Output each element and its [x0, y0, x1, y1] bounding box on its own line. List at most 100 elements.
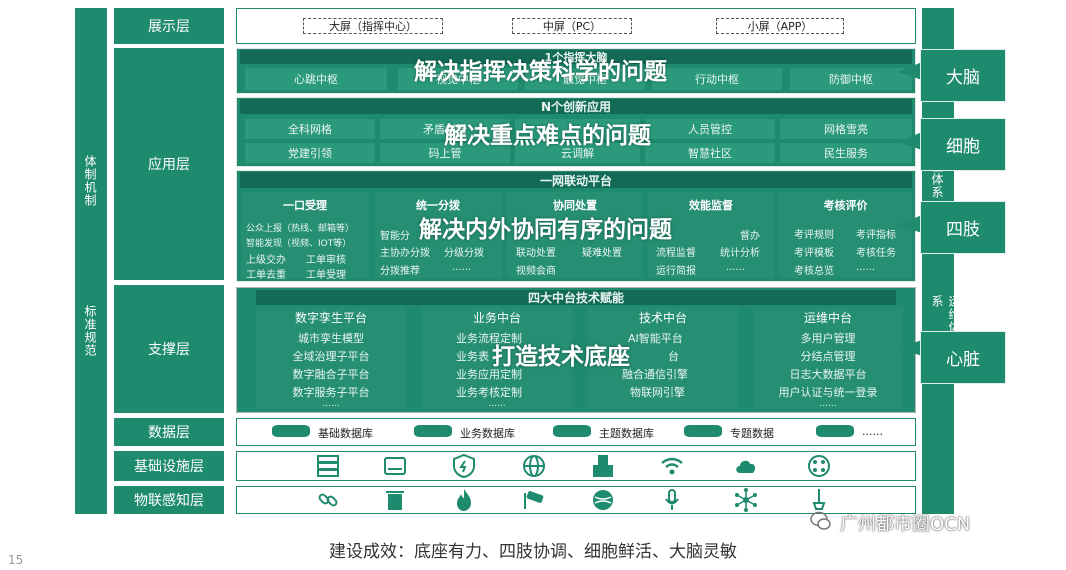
platform-col-item: 工单去重	[246, 270, 286, 281]
cloud-icon	[733, 453, 759, 479]
overlay-brain: 解决指挥决策科学的问题	[414, 59, 667, 85]
left-bar-top-label: 体制机制	[83, 155, 97, 207]
network-icon	[733, 487, 759, 513]
platform-col-item: 分级分拨	[444, 248, 484, 259]
storage-icon	[382, 453, 408, 479]
callout-brain: 大脑	[920, 49, 1006, 102]
display-box-pc: 中屏（PC）	[512, 18, 632, 34]
footer-caption: 建设成效：底座有力、四肢协调、细胞鲜活、大脑灵敏	[329, 542, 737, 562]
support-col-item: 台	[668, 350, 679, 363]
support-col-item: ......	[488, 399, 506, 409]
app-platform-strip: 一网联动平台	[240, 172, 912, 188]
datacenter-icon	[590, 453, 616, 479]
data-label: 业务数据库	[460, 427, 515, 440]
database-icon	[414, 425, 452, 437]
support-col-title: 数字孪生平台	[294, 311, 367, 325]
left-bar	[75, 8, 107, 514]
support-col-title: 技术中台	[638, 311, 687, 325]
trash-icon	[382, 487, 408, 513]
platform-col-item: 考评规则	[794, 230, 834, 241]
support-col-item: 日志大数据平台	[789, 368, 867, 381]
platform-col-item: 分拨推荐	[380, 266, 420, 277]
link-icon	[315, 487, 341, 513]
server-icon	[315, 453, 341, 479]
sphere-icon	[590, 487, 616, 513]
platform-col-item: 运行简报	[656, 266, 696, 277]
data-label: ......	[862, 425, 883, 438]
globe-icon	[521, 453, 547, 479]
platform-col-item: 智能发现（视频、IOT等）	[246, 239, 352, 249]
display-box-big: 大屏（指挥中心）	[303, 18, 443, 34]
support-col-item: 业务表	[456, 350, 489, 363]
platform-col-item: 联动处置	[516, 248, 556, 259]
innovation-cell: 党建引领	[245, 143, 375, 163]
platform-col-item: 督办	[740, 231, 760, 242]
platform-col-item: 疑难处置	[582, 248, 622, 259]
layer-iot: 物联感知层	[114, 486, 224, 514]
database-icon	[272, 425, 310, 437]
platform-col-item: 流程监督	[656, 248, 696, 259]
support-col-item: AI智能平台	[628, 332, 683, 345]
data-label: 基础数据库	[318, 427, 373, 440]
callout-limbs: 四肢	[920, 201, 1006, 254]
layer-display: 展示层	[114, 8, 224, 44]
layer-data: 数据层	[114, 418, 224, 446]
layer-infrastructure: 基础设施层	[114, 451, 224, 481]
innovation-cell: 智慧社区	[645, 143, 775, 163]
microphone-icon	[659, 487, 685, 513]
overlay-platform: 解决内外协同有序的问题	[419, 217, 672, 243]
support-col-item: 用户认证与统一登录	[778, 386, 878, 399]
database-icon	[684, 425, 722, 437]
brain-cell: 心跳中枢	[245, 68, 387, 90]
platform-col-item: 统计分析	[720, 248, 760, 259]
app-cells-strip: N个创新应用	[240, 99, 912, 114]
support-col-item: 数字服务子平台	[292, 386, 370, 399]
left-bar-bottom-label: 标准规范	[83, 305, 97, 357]
fire-icon	[451, 487, 477, 513]
platform-col-item: 考评模板	[794, 248, 834, 259]
platform-col-title: 一口受理	[283, 199, 327, 212]
support-col-item: 分结点管理	[800, 350, 856, 363]
data-label: 专题数据	[730, 427, 774, 440]
platform-col-item: ......	[452, 262, 472, 273]
support-col-item: 多用户管理	[800, 332, 856, 345]
wechat-icon	[810, 510, 832, 532]
support-col-item: ......	[322, 399, 340, 409]
platform-col-item: 公众上报（热线、邮箱等）	[246, 224, 355, 234]
platform-col-item: 工单审核	[306, 255, 346, 266]
support-col-item: 业务考核定制	[456, 386, 522, 399]
support-col-item: 融合通信引擎	[622, 368, 688, 381]
overlay-cells: 解决重点难点的问题	[444, 123, 651, 149]
hub-icon	[806, 453, 832, 479]
callout-heart: 心脏	[920, 331, 1006, 384]
wifi-icon	[659, 453, 685, 479]
innovation-cell: 全科网格	[245, 119, 375, 139]
camera-icon	[521, 487, 547, 513]
platform-col-item: 工单受理	[306, 270, 346, 281]
support-col-item: 物联网引擎	[630, 386, 685, 399]
firewall-icon	[451, 453, 477, 479]
innovation-cell: 人员管控	[645, 119, 775, 139]
layer-application: 应用层	[114, 48, 224, 280]
callout-cell: 细胞	[920, 118, 1006, 171]
support-col-title: 业务中台	[472, 311, 521, 325]
database-icon	[816, 425, 854, 437]
support-col-item: 全域治理子平台	[292, 350, 370, 363]
support-col-item: 数字融合子平台	[292, 368, 370, 381]
platform-col-item: 主协办分拨	[380, 248, 430, 259]
platform-col-item: 视频会商	[516, 266, 556, 277]
platform-col-item: ......	[726, 262, 746, 273]
support-col-title: 运维中台	[803, 311, 852, 325]
support-col-item: ......	[819, 399, 837, 409]
support-col-item: 城市孪生模型	[298, 332, 364, 345]
data-label: 主题数据库	[599, 427, 654, 440]
page-number: 15	[8, 553, 24, 567]
display-box-app: 小屏（APP）	[716, 18, 844, 34]
support-strip: 四大中台技术赋能	[256, 290, 896, 305]
database-icon	[553, 425, 591, 437]
watermark-text: 广州都市圈OCN	[840, 514, 971, 535]
layer-support: 支撑层	[114, 285, 224, 413]
brain-cell: 行动中枢	[652, 68, 782, 90]
platform-col-item: 上级交办	[246, 255, 286, 266]
platform-col-item: 智能分	[380, 231, 410, 242]
